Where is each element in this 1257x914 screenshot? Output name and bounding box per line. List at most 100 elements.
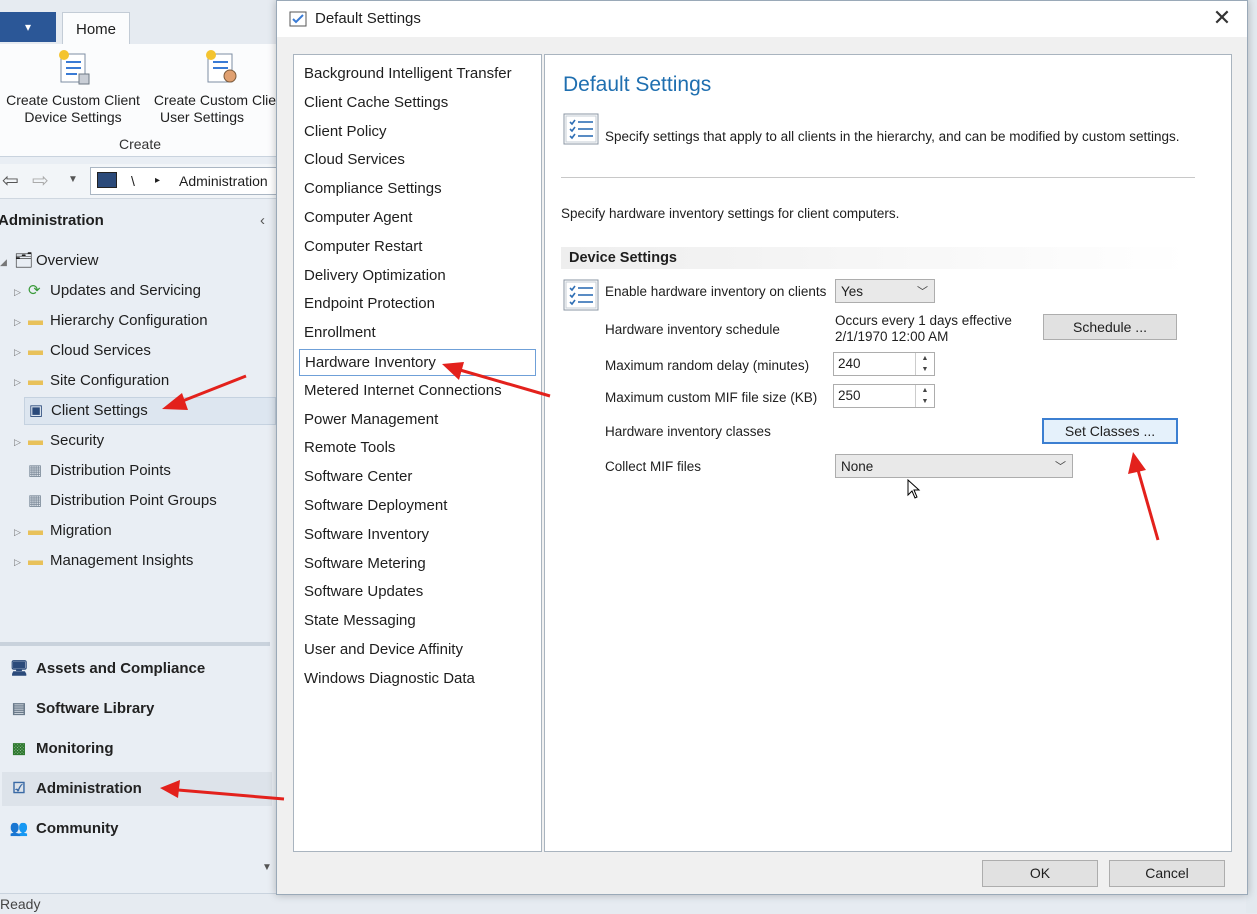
- tree-item-label: Distribution Points: [50, 462, 171, 479]
- content-description: Specify settings that apply to all clien…: [605, 129, 1180, 144]
- category-power-management[interactable]: Power Management: [299, 407, 534, 432]
- client-settings-icon: ▣: [29, 402, 44, 419]
- button-label-line1: Create Custom Clie: [153, 92, 277, 108]
- tree-item-distribution-point-groups[interactable]: ▦ Distribution Point Groups: [28, 488, 217, 514]
- tree-item-site-configuration[interactable]: ▷ ▬ Site Configuration: [14, 368, 169, 394]
- file-menu-button[interactable]: ▾: [0, 12, 56, 42]
- category-delivery-optimization[interactable]: Delivery Optimization: [299, 263, 534, 288]
- forward-arrow-icon[interactable]: ⇨: [32, 168, 49, 193]
- workspace-monitoring[interactable]: ▩ Monitoring: [2, 732, 272, 766]
- stepper-arrows-icon[interactable]: ▲ ▼: [915, 385, 934, 407]
- expand-arrow-icon[interactable]: ▷: [14, 339, 28, 365]
- expand-arrow-icon[interactable]: ▷: [14, 279, 28, 305]
- expand-arrow-icon[interactable]: ▷: [14, 309, 28, 335]
- collect-mif-files-dropdown[interactable]: None ﹀: [835, 454, 1073, 478]
- history-dropdown-icon[interactable]: ▼: [68, 174, 78, 185]
- path-chevron-icon[interactable]: ▸: [155, 168, 160, 194]
- workspace-administration[interactable]: ☑ Administration: [2, 772, 272, 806]
- software-library-icon: ▤: [11, 700, 27, 717]
- tree-item-hierarchy-configuration[interactable]: ▷ ▬ Hierarchy Configuration: [14, 308, 208, 334]
- monitoring-icon: ▩: [11, 740, 27, 757]
- divider: [561, 177, 1195, 178]
- schedule-line-1: Occurs every 1 days effective: [835, 313, 1012, 328]
- category-remote-tools[interactable]: Remote Tools: [299, 435, 534, 460]
- tab-home[interactable]: Home: [62, 12, 130, 45]
- expand-arrow-icon[interactable]: ▷: [14, 369, 28, 395]
- button-label-line2: User Settings: [159, 109, 245, 125]
- navigation-bar: ⇦ ⇨ ▼ \ ▸ Administration: [0, 164, 282, 199]
- stepper-arrows-icon[interactable]: ▲ ▼: [915, 353, 934, 375]
- workspace-assets-and-compliance[interactable]: 🖥 Assets and Compliance: [2, 652, 272, 686]
- address-path[interactable]: \ ▸ Administration: [90, 167, 282, 195]
- folder-icon: ▬: [28, 372, 43, 389]
- path-segment[interactable]: Administration: [179, 168, 268, 194]
- tree-item-management-insights[interactable]: ▷ ▬ Management Insights: [14, 548, 193, 574]
- category-software-metering[interactable]: Software Metering: [299, 551, 534, 576]
- dialog-title-bar: Default Settings ✕: [277, 1, 1247, 37]
- category-software-deployment[interactable]: Software Deployment: [299, 493, 534, 518]
- tree-item-label: Distribution Point Groups: [50, 492, 217, 509]
- schedule-line-2: 2/1/1970 12:00 AM: [835, 329, 949, 344]
- back-arrow-icon[interactable]: ⇦: [2, 168, 19, 193]
- workspace-splitter[interactable]: [0, 642, 270, 646]
- workspace-header: Administration ‹: [0, 206, 276, 236]
- create-custom-client-device-settings-button[interactable]: Create Custom Client Device Settings: [0, 48, 146, 126]
- tree-item-label: Overview: [36, 252, 99, 269]
- enable-hardware-inventory-dropdown[interactable]: Yes ﹀: [835, 279, 935, 303]
- category-endpoint-protection[interactable]: Endpoint Protection: [299, 291, 534, 316]
- ribbon-tabs: ▾ Home: [0, 0, 280, 45]
- tree-item-migration[interactable]: ▷ ▬ Migration: [14, 518, 112, 544]
- folder-icon: ▬: [28, 522, 43, 539]
- category-compliance-settings[interactable]: Compliance Settings: [299, 176, 534, 201]
- category-software-center[interactable]: Software Center: [299, 464, 534, 489]
- expand-arrow-icon[interactable]: ▷: [14, 549, 28, 575]
- tree-item-security[interactable]: ▷ ▬ Security: [14, 428, 104, 454]
- category-cloud-services[interactable]: Cloud Services: [299, 147, 534, 172]
- workspace-software-library[interactable]: ▤ Software Library: [2, 692, 272, 726]
- tree-item-client-settings[interactable]: ▣ Client Settings: [24, 397, 276, 425]
- cancel-button[interactable]: Cancel: [1109, 860, 1225, 887]
- set-classes-button[interactable]: Set Classes ...: [1042, 418, 1178, 444]
- category-hardware-inventory[interactable]: Hardware Inventory: [299, 349, 536, 376]
- more-workspaces-icon[interactable]: ▼: [262, 862, 272, 873]
- create-custom-client-user-settings-button[interactable]: Create Custom Clie User Settings: [150, 48, 280, 126]
- category-client-cache-settings[interactable]: Client Cache Settings: [299, 90, 534, 115]
- tree-item-cloud-services[interactable]: ▷ ▬ Cloud Services: [14, 338, 151, 364]
- maximum-custom-mif-size-stepper[interactable]: 250 ▲ ▼: [833, 384, 935, 408]
- category-client-policy[interactable]: Client Policy: [299, 119, 534, 144]
- workspace-community[interactable]: 👥 Community: [2, 812, 272, 846]
- dropdown-value: None: [841, 459, 874, 474]
- category-software-updates[interactable]: Software Updates: [299, 579, 534, 604]
- expand-arrow-icon[interactable]: ▷: [14, 519, 28, 545]
- collapse-pane-icon[interactable]: ‹: [260, 206, 265, 236]
- category-state-messaging[interactable]: State Messaging: [299, 608, 534, 633]
- category-software-inventory[interactable]: Software Inventory: [299, 522, 534, 547]
- category-enrollment[interactable]: Enrollment: [299, 320, 534, 345]
- tree-item-label: Migration: [50, 522, 112, 539]
- maximum-random-delay-stepper[interactable]: 240 ▲ ▼: [833, 352, 935, 376]
- mouse-cursor-icon: [907, 479, 921, 499]
- category-user-and-device-affinity[interactable]: User and Device Affinity: [299, 637, 534, 662]
- category-windows-diagnostic-data[interactable]: Windows Diagnostic Data: [299, 666, 534, 691]
- category-computer-agent[interactable]: Computer Agent: [299, 205, 534, 230]
- dropdown-value: Yes: [841, 284, 864, 299]
- category-background-intelligent-transfer[interactable]: Background Intelligent Transfer: [299, 61, 534, 86]
- stepper-value: 240: [838, 356, 861, 371]
- workspace-label: Assets and Compliance: [36, 660, 206, 677]
- ribbon: Create Custom Client Device Settings Cre…: [0, 44, 280, 157]
- category-metered-internet-connections[interactable]: Metered Internet Connections: [299, 378, 534, 403]
- tree-item-overview[interactable]: ◢ 🗂 Overview: [0, 248, 99, 274]
- content-subtitle: Specify hardware inventory settings for …: [561, 206, 900, 221]
- tree-item-distribution-points[interactable]: ▦ Distribution Points: [28, 458, 171, 484]
- expand-arrow-icon[interactable]: ▷: [14, 429, 28, 455]
- schedule-button[interactable]: Schedule ...: [1043, 314, 1177, 340]
- workspace-label: Monitoring: [36, 740, 114, 757]
- collapse-arrow-icon[interactable]: ◢: [0, 249, 14, 275]
- close-icon[interactable]: ✕: [1207, 5, 1237, 33]
- ok-button[interactable]: OK: [982, 860, 1098, 887]
- computer-icon: [97, 172, 117, 188]
- workspace-label: Software Library: [36, 700, 155, 717]
- administration-icon: ☑: [12, 780, 26, 797]
- tree-item-updates-and-servicing[interactable]: ▷ ⟳ Updates and Servicing: [14, 278, 201, 304]
- category-computer-restart[interactable]: Computer Restart: [299, 234, 534, 259]
